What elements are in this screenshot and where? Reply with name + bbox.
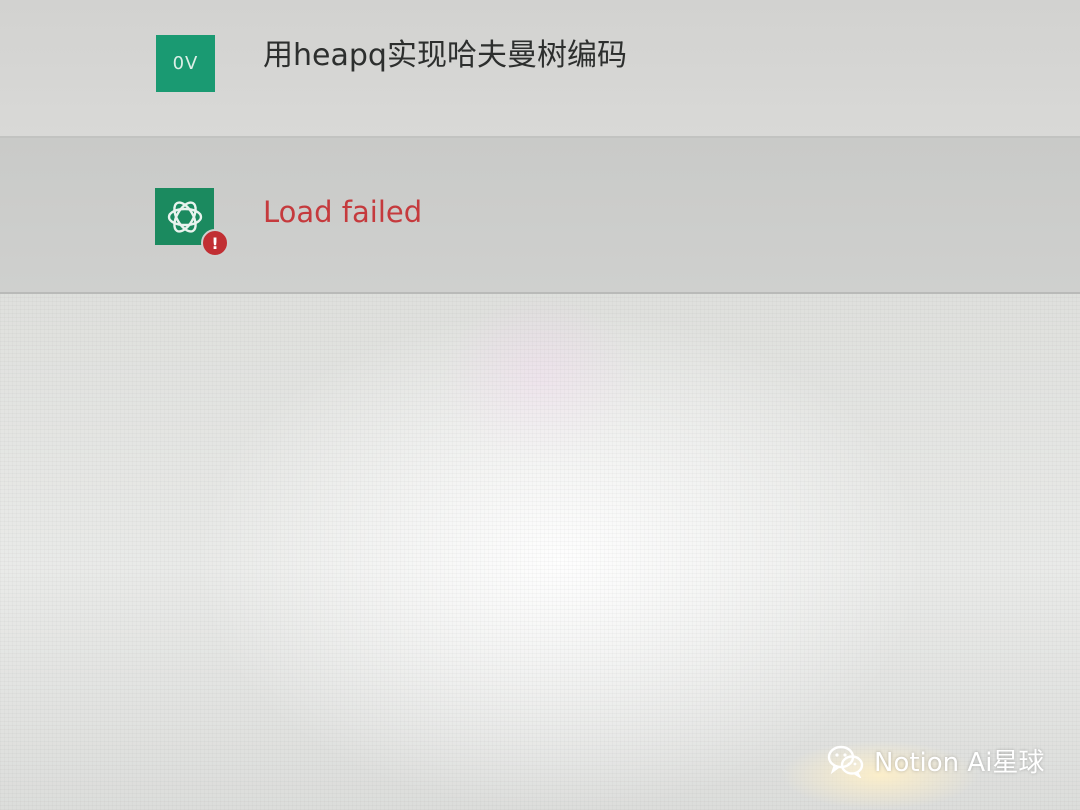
error-icon-symbol: !: [211, 233, 219, 253]
user-avatar-initials: 0V: [172, 53, 199, 74]
wechat-icon: [827, 745, 864, 778]
openai-logo-icon: [167, 200, 202, 233]
assistant-error-text: Load failed: [263, 195, 423, 229]
user-avatar: 0V: [156, 35, 215, 92]
user-message-text: 用heapq实现哈夫曼树编码: [263, 38, 627, 73]
watermark-text: Notion Ai星球: [874, 748, 1045, 778]
error-icon: !: [201, 229, 229, 257]
watermark: Notion Ai星球: [826, 742, 1044, 779]
assistant-message-row: ! Load failed: [0, 138, 1080, 294]
user-message-row: 0V 用heapq实现哈夫曼树编码: [0, 0, 1080, 138]
